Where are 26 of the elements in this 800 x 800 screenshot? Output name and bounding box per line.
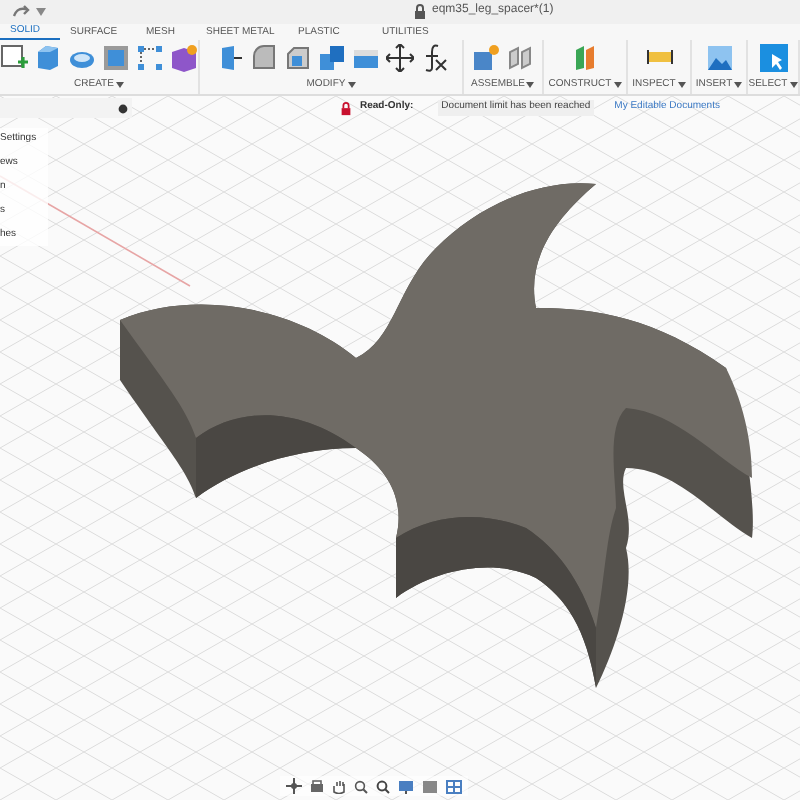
caret-icon[interactable] <box>789 81 798 88</box>
caret-icon[interactable] <box>613 81 622 88</box>
grid-icon[interactable] <box>446 779 462 793</box>
cursor-icon[interactable] <box>759 44 787 72</box>
combine-icon[interactable] <box>317 44 345 72</box>
caret-icon[interactable] <box>36 8 46 16</box>
search-icon[interactable] <box>376 779 390 793</box>
orbit-icon[interactable] <box>286 778 302 794</box>
lock-icon <box>414 3 426 19</box>
fillet-icon[interactable] <box>249 44 277 72</box>
display-icon[interactable] <box>398 779 414 793</box>
caret-icon[interactable] <box>734 81 743 88</box>
zoom-icon[interactable] <box>354 779 368 793</box>
image-icon[interactable] <box>705 44 733 72</box>
caret-icon[interactable] <box>526 81 535 88</box>
caret-icon[interactable] <box>677 81 686 88</box>
pattern-icon[interactable] <box>136 44 164 72</box>
caret-icon[interactable] <box>347 81 356 88</box>
move-icon[interactable] <box>385 44 413 72</box>
hand-icon[interactable] <box>332 779 346 793</box>
box-icon[interactable] <box>34 44 62 72</box>
shell-icon[interactable] <box>102 44 130 72</box>
lock-icon <box>340 101 352 115</box>
sketch-icon[interactable] <box>0 44 28 72</box>
caret-icon[interactable] <box>115 81 124 88</box>
redo-icon[interactable] <box>12 4 32 20</box>
